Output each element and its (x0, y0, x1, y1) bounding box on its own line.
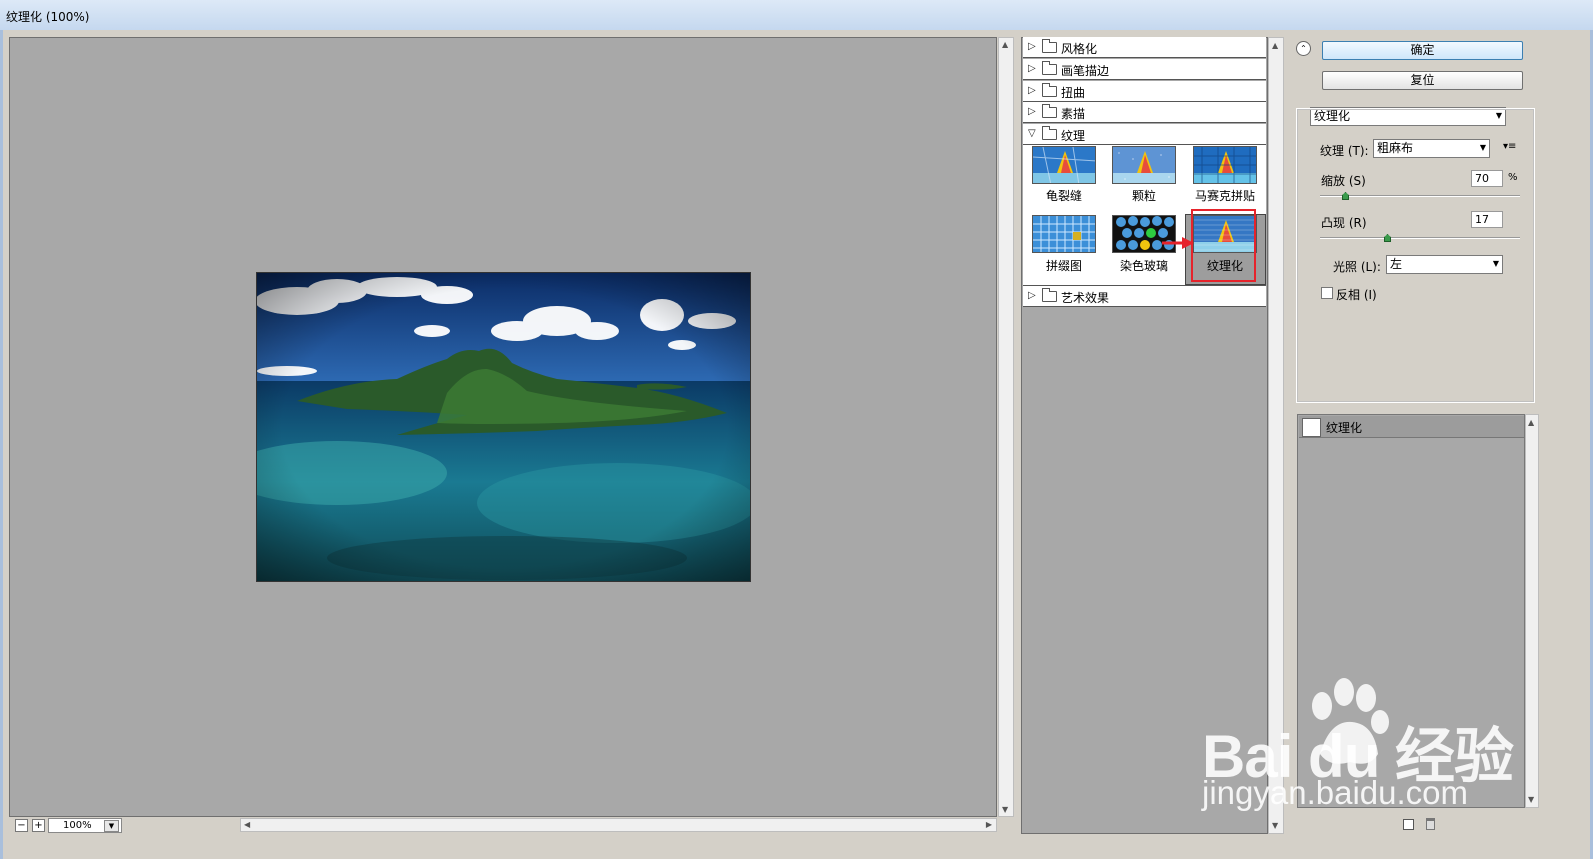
preview-image (256, 272, 751, 582)
collapse-gallery-icon[interactable]: ⌃ (1296, 41, 1311, 56)
invert-label: 反相 (I) (1336, 288, 1377, 302)
folder-icon (1042, 83, 1057, 97)
folder-icon (1042, 61, 1057, 75)
folder-icon (1042, 104, 1057, 118)
sailboat-thumbnail-icon (1194, 147, 1256, 183)
filter-thumb-patchwork[interactable] (1032, 215, 1096, 253)
scale-label: 缩放 (S) (1321, 174, 1366, 188)
selection-annotation-box (1191, 209, 1256, 282)
preview-horizontal-scrollbar[interactable]: ◀ ▶ (240, 818, 997, 832)
folder-icon (1042, 288, 1057, 302)
scroll-down-icon[interactable]: ▼ (1272, 821, 1278, 830)
category-texture[interactable]: ▽ 纹理 (1023, 124, 1266, 145)
light-select[interactable]: 左 ▼ (1386, 255, 1503, 274)
title-bar (0, 0, 1593, 30)
patchwork-thumbnail-icon (1033, 216, 1095, 252)
delete-effect-layer-icon[interactable] (1426, 818, 1435, 830)
open-folder-icon (1042, 126, 1057, 140)
expand-arrow-icon[interactable]: ▷ (1028, 106, 1036, 117)
filter-label: 颗粒 (1131, 189, 1156, 203)
invert-checkbox[interactable] (1321, 287, 1333, 299)
light-label: 光照 (L): (1333, 260, 1381, 274)
chevron-down-icon: ▼ (1479, 143, 1486, 152)
filter-label: 马赛克拼贴 (1194, 189, 1255, 203)
collapse-arrow-icon[interactable]: ▽ (1028, 128, 1036, 139)
annotation-arrow-icon (1162, 237, 1194, 249)
ok-button[interactable]: 确定 (1322, 41, 1523, 60)
expand-arrow-icon[interactable]: ▷ (1028, 63, 1036, 74)
expand-arrow-icon[interactable]: ▷ (1028, 85, 1036, 96)
filter-label: 染色玻璃 (1119, 259, 1168, 273)
scroll-up-icon[interactable]: ▲ (1002, 40, 1008, 49)
category-brush-strokes[interactable]: ▷ 画笔描边 (1023, 59, 1266, 80)
texture-select[interactable]: 粗麻布 ▼ (1373, 139, 1490, 158)
texture-menu-icon[interactable]: ▾≡ (1503, 141, 1516, 152)
scale-slider-track[interactable] (1320, 195, 1520, 197)
folder-icon (1042, 39, 1057, 53)
scale-unit: % (1508, 172, 1518, 183)
category-artistic[interactable]: ▷ 艺术效果 (1023, 286, 1266, 307)
preview-vertical-scrollbar[interactable]: ▲ ▼ (998, 37, 1014, 817)
filter-label: 龟裂缝 (1045, 189, 1082, 203)
window-title: 纹理化 (100%) (6, 10, 90, 24)
new-effect-layer-icon[interactable] (1403, 819, 1414, 830)
reset-button[interactable]: 复位 (1322, 71, 1523, 90)
category-distort[interactable]: ▷ 扭曲 (1023, 81, 1266, 102)
scale-input[interactable]: 70 (1471, 170, 1503, 187)
expand-arrow-icon[interactable]: ▷ (1028, 290, 1036, 301)
scroll-up-icon[interactable]: ▲ (1528, 418, 1534, 427)
sailboat-thumbnail-icon (1113, 147, 1175, 183)
expand-arrow-icon[interactable]: ▷ (1028, 41, 1036, 52)
layers-scrollbar[interactable]: ▲ ▼ (1525, 414, 1539, 808)
filter-thumb-mosaic-tiles[interactable] (1193, 146, 1257, 184)
scroll-down-icon[interactable]: ▼ (1002, 805, 1008, 814)
chevron-down-icon: ▼ (1492, 259, 1499, 268)
filter-thumb-grain[interactable] (1112, 146, 1176, 184)
texture-label: 纹理 (T): (1320, 144, 1369, 158)
relief-input[interactable]: 17 (1471, 211, 1503, 228)
scroll-up-icon[interactable]: ▲ (1272, 41, 1278, 50)
effect-layer-label: 纹理化 (1326, 421, 1363, 435)
layer-visibility-icon[interactable] (1302, 418, 1321, 437)
scroll-down-icon[interactable]: ▼ (1528, 795, 1534, 804)
scroll-left-icon[interactable]: ◀ (244, 820, 250, 829)
zoom-out-button[interactable]: − (15, 819, 28, 832)
zoom-dropdown-icon[interactable]: ▼ (104, 820, 119, 832)
relief-label: 凸现 (R) (1321, 216, 1367, 230)
filter-label: 拼缀图 (1045, 259, 1082, 273)
sailboat-thumbnail-icon (1033, 147, 1095, 183)
scroll-right-icon[interactable]: ▶ (986, 820, 992, 829)
filter-thumb-craquelure[interactable] (1032, 146, 1096, 184)
category-stylize[interactable]: ▷ 风格化 (1023, 37, 1266, 58)
zoom-in-button[interactable]: + (32, 819, 45, 832)
watermark-url: jingyan.baidu.com (1202, 774, 1468, 811)
category-sketch[interactable]: ▷ 素描 (1023, 102, 1266, 123)
landscape-photo (257, 273, 750, 581)
relief-slider-track[interactable] (1320, 237, 1520, 239)
